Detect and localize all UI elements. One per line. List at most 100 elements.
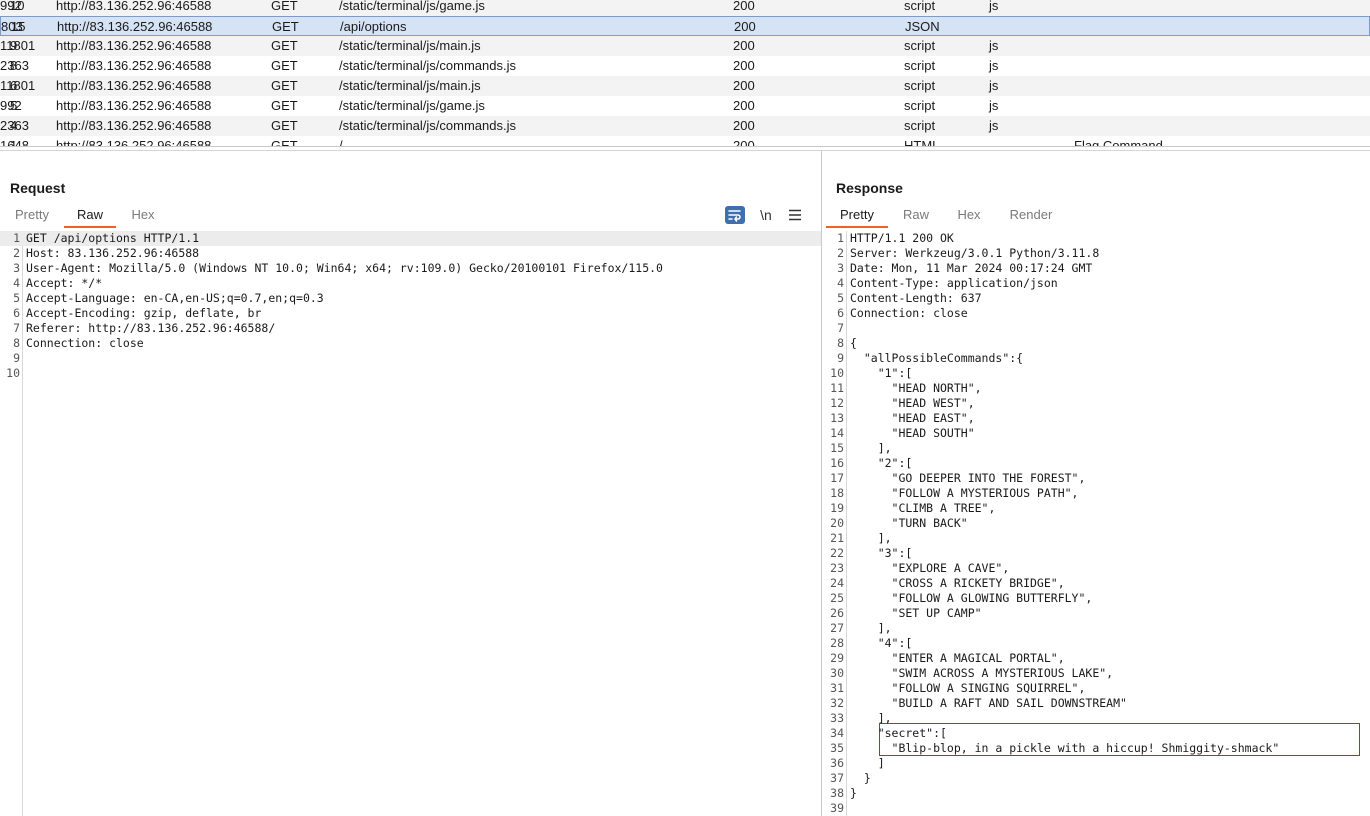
history-cell-url: /api/options [340,19,407,34]
history-cell-ext: js [989,118,999,133]
line-number: 2 [837,246,844,260]
line-number: 19 [830,501,844,515]
history-cell-mime: script [904,78,936,93]
history-cell-length: 992 [0,98,22,113]
response-tab-pretty[interactable]: Pretty [826,206,888,228]
history-cell-length: 1648 [0,138,29,147]
code-text: "secret":[ [850,726,947,740]
history-row[interactable]: 9 http://83.136.252.96:46588 GET/static/te… [0,36,1370,56]
code-line: 17 "GO DEEPER INTO THE FOREST", [824,471,1370,486]
history-cell-status: 200 [734,19,756,34]
code-line: 32 "BUILD A RAFT AND SAIL DOWNSTREAM" [824,696,1370,711]
code-line: 10 "1":[ [824,366,1370,381]
history-cell-mime: script [904,0,936,13]
line-number: 6 [13,306,20,320]
line-number: 9 [837,351,844,365]
code-line: 2 Host: 83.136.252.96:46588 [0,246,821,261]
code-text: "SWIM ACROSS A MYSTERIOUS LAKE", [850,666,1114,680]
code-text: "1":[ [850,366,913,380]
history-row[interactable]: 1 http://83.136.252.96:46588 GET/200 1648 HT… [0,136,1370,147]
history-cell-length: 992 [0,0,22,13]
history-cell-url: /static/terminal/js/game.js [339,98,485,113]
request-toolbar: \n [725,205,807,225]
history-row[interactable]: 8 http://83.136.252.96:46588 GET/static/te… [0,56,1370,76]
history-row[interactable]: 4 http://83.136.252.96:46588 GET/static/te… [0,116,1370,136]
wrap-lines-icon[interactable] [725,206,745,224]
history-row[interactable]: 10 http://83.136.252.96:46588 GET/static/t… [0,0,1370,16]
line-number: 27 [830,621,844,635]
code-text: ], [850,621,892,635]
line-number: 6 [837,306,844,320]
history-cell-status: 200 [733,78,755,93]
line-number: 1 [837,231,844,245]
line-number: 4 [837,276,844,290]
history-cell-ext: js [989,0,999,13]
history-cell-mime: JSON [905,19,940,34]
line-number: 2 [13,246,20,260]
request-tab-hex[interactable]: Hex [124,206,162,228]
code-text: "allPossibleCommands":{ [850,351,1024,365]
code-line: 4 Accept: */* [0,276,821,291]
code-line: 30 "SWIM ACROSS A MYSTERIOUS LAKE", [824,666,1370,681]
history-row[interactable]: 15 http://83.136.252.96:46588 GET/api/opti… [0,16,1370,36]
code-line: 3 Date: Mon, 11 Mar 2024 00:17:24 GMT [824,261,1370,276]
proxy-history-table: 10 http://83.136.252.96:46588 GET/static/t… [0,0,1370,147]
history-cell-status: 200 [733,58,755,73]
history-cell-status: 200 [733,118,755,133]
code-line: 31 "FOLLOW A SINGING SQUIRREL", [824,681,1370,696]
request-editor[interactable]: 1 GET /api/options HTTP/1.1 2 Host: 83.136.… [0,231,821,816]
code-line: 6 Connection: close [824,306,1370,321]
line-number: 22 [830,546,844,560]
code-line: 26 "SET UP CAMP" [824,606,1370,621]
code-line: 35 "Blip-blop, in a pickle with a hiccup… [824,741,1370,756]
history-cell-host: http://83.136.252.96:46588 [56,38,212,53]
line-number: 25 [830,591,844,605]
code-text: "2":[ [850,456,913,470]
line-number: 20 [830,516,844,530]
code-line: 25 "FOLLOW A GLOWING BUTTERFLY", [824,591,1370,606]
code-text: Referer: http://83.136.252.96:46588/ [26,321,276,335]
request-tab-raw[interactable]: Raw [64,206,116,228]
code-text: "Blip-blop, in a pickle with a hiccup! S… [850,741,1280,755]
line-number: 3 [13,261,20,275]
history-cell-mime: HTML [904,138,940,147]
code-text: "FOLLOW A SINGING SQUIRREL", [850,681,1086,695]
line-number: 24 [830,576,844,590]
code-text: "FOLLOW A MYSTERIOUS PATH", [850,486,1079,500]
history-cell-ext: js [989,58,999,73]
code-text: ], [850,531,892,545]
code-line: 21 ], [824,531,1370,546]
code-text: "HEAD WEST", [850,396,975,410]
code-line: 37 } [824,771,1370,786]
request-tab-pretty[interactable]: Pretty [10,206,54,228]
code-line: 38} [824,786,1370,801]
code-line: 39 [824,801,1370,816]
response-editor[interactable]: 1 HTTP/1.1 200 OK 2 Server: Werkzeug/3.0.1 … [824,231,1370,816]
newline-toggle-button[interactable]: \n [755,205,777,225]
line-number: 8 [837,336,844,350]
line-number: 7 [837,321,844,335]
line-number: 5 [837,291,844,305]
code-text: "BUILD A RAFT AND SAIL DOWNSTREAM" [850,696,1127,710]
code-line: 7 [824,321,1370,336]
history-row[interactable]: 5 http://83.136.252.96:46588 GET/static/te… [0,96,1370,116]
history-cell-host: http://83.136.252.96:46588 [56,138,212,147]
history-cell-mime: script [904,58,936,73]
code-text: "ENTER A MAGICAL PORTAL", [850,651,1065,665]
line-number: 28 [830,636,844,650]
code-text: ], [850,441,892,455]
line-number: 15 [830,441,844,455]
response-tab-render[interactable]: Render [1004,206,1058,228]
response-tab-hex[interactable]: Hex [950,206,988,228]
line-number: 4 [13,276,20,290]
code-text: "EXPLORE A CAVE", [850,561,1010,575]
line-number: 26 [830,606,844,620]
history-row[interactable]: 6 http://83.136.252.96:46588 GET/static/te… [0,76,1370,96]
history-cell-url: /static/terminal/js/main.js [339,38,481,53]
history-cell-length: 11801 [0,78,36,93]
response-tab-raw[interactable]: Raw [896,206,936,228]
history-cell-ext: js [989,38,999,53]
hamburger-menu-icon[interactable] [785,205,805,225]
history-cell-url: /static/terminal/js/game.js [339,0,485,13]
code-text: "4":[ [850,636,913,650]
